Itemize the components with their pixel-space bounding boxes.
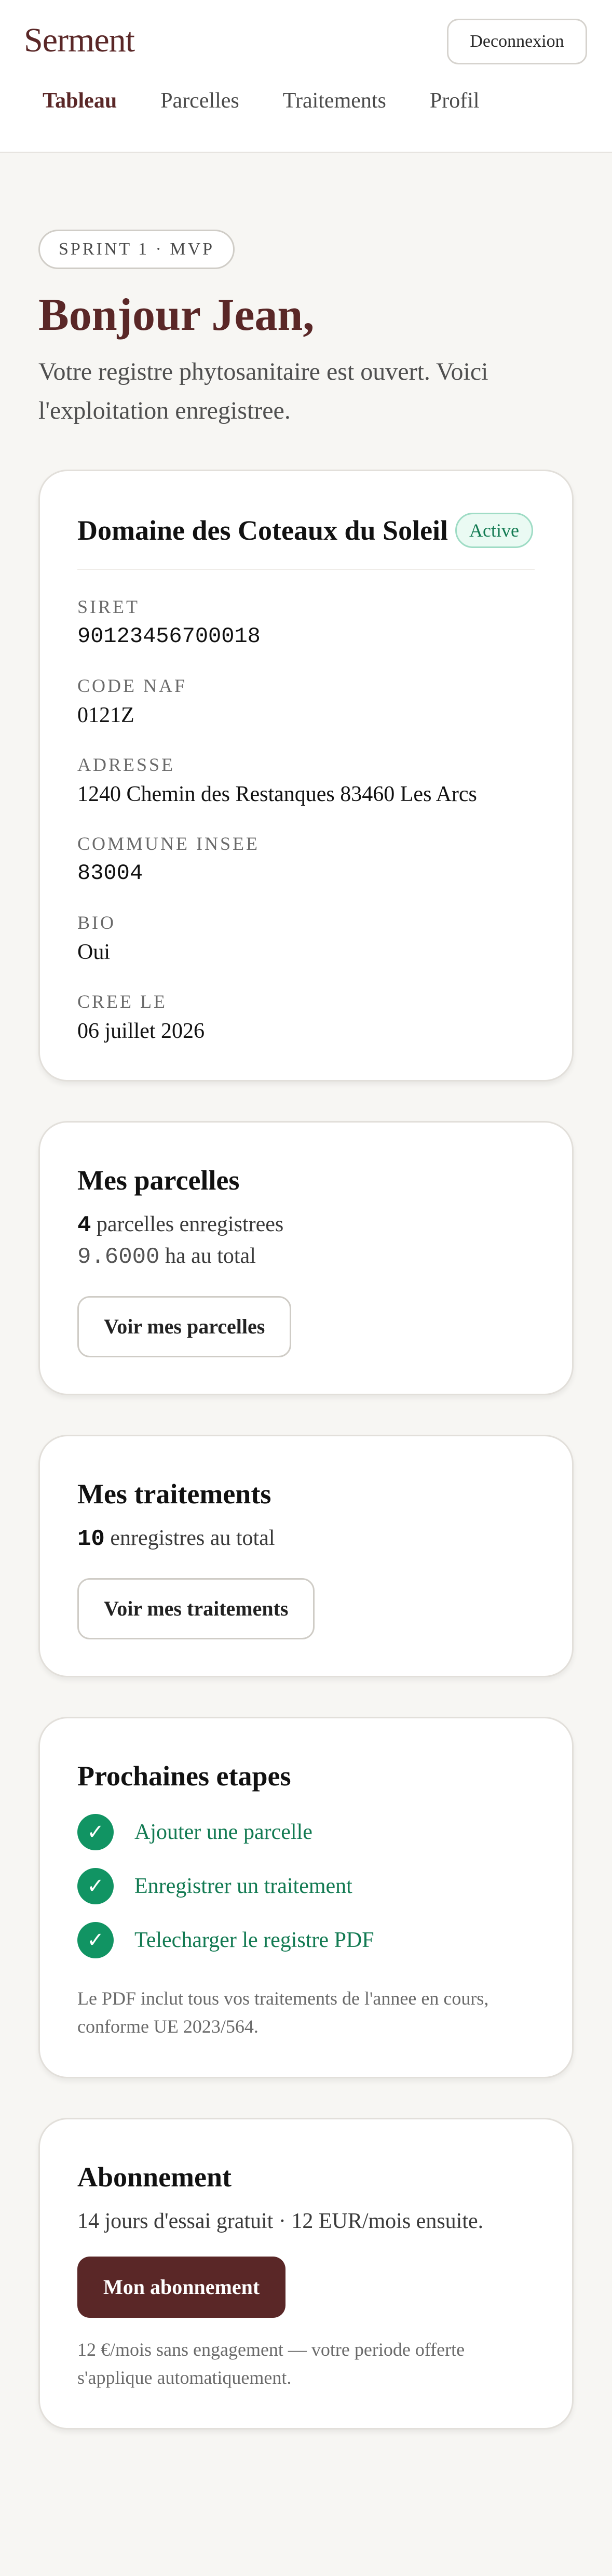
next-steps-note: Le PDF inclut tous vos traitements de l'… <box>77 1987 489 2037</box>
subscription-title: Abonnement <box>77 2161 232 2193</box>
field-value: 83004 <box>77 860 143 886</box>
field-value: 06 juillet 2026 <box>77 1019 205 1043</box>
next-steps-title: Prochaines etapes <box>77 1760 291 1792</box>
step-link-download-pdf[interactable]: Telecharger le registre PDF <box>134 1928 374 1953</box>
subscription-note: 12 €/mois sans engagement — votre period… <box>77 2339 465 2388</box>
brand-logo[interactable]: Serment <box>24 21 135 60</box>
step-item: ✓ Ajouter une parcelle <box>77 1813 535 1850</box>
nav-tab-profil[interactable]: Profil <box>430 88 480 113</box>
field-cree-le: CREE LE 06 juillet 2026 <box>77 991 535 1044</box>
app-header: Serment Deconnexion Tableau Parcelles Tr… <box>0 0 612 153</box>
field-label: BIO <box>77 912 116 933</box>
treatments-count-stat: 10 enregistres au total <box>77 1526 535 1552</box>
farm-card-header: Domaine des Coteaux du Soleil Active <box>77 512 535 570</box>
field-value: Oui <box>77 940 110 964</box>
logout-button[interactable]: Deconnexion <box>447 19 587 64</box>
field-value: 0121Z <box>77 703 134 727</box>
field-code-naf: CODE NAF 0121Z <box>77 675 535 728</box>
treatments-count-text: enregistres au total <box>104 1526 275 1550</box>
step-link-record-treatment[interactable]: Enregistrer un traitement <box>134 1874 352 1899</box>
parcels-area: 9.6000 <box>77 1244 160 1270</box>
subscription-text: 14 jours d'essai gratuit · 12 EUR/mois e… <box>77 2209 484 2233</box>
parcels-count-stat: 4 parcelles enregistrees <box>77 1212 535 1238</box>
page-title: Bonjour Jean, <box>38 290 315 340</box>
treatments-card: Mes traitements 10 enregistres au total … <box>38 1434 574 1677</box>
view-parcels-button[interactable]: Voir mes parcelles <box>77 1296 292 1357</box>
nav-tab-traitements[interactable]: Traitements <box>283 88 386 113</box>
check-circle-icon: ✓ <box>77 1867 114 1904</box>
farm-card: Domaine des Coteaux du Soleil Active SIR… <box>38 469 574 1082</box>
status-badge: Active <box>455 512 534 548</box>
dashboard-main: SPRINT 1 · MVP Bonjour Jean, Votre regis… <box>0 153 612 2430</box>
intro-text: Votre registre phytosanitaire est ouvert… <box>38 358 488 424</box>
main-nav: Tableau Parcelles Traitements Profil <box>43 88 523 113</box>
nav-tab-tableau[interactable]: Tableau <box>43 88 117 113</box>
field-label: ADRESSE <box>77 754 175 775</box>
parcels-area-stat: 9.6000 ha au total <box>77 1244 535 1270</box>
field-label: COMMUNE INSEE <box>77 833 260 854</box>
field-commune-insee: COMMUNE INSEE 83004 <box>77 833 535 886</box>
parcels-area-text: ha au total <box>159 1244 256 1268</box>
step-item: ✓ Enregistrer un traitement <box>77 1867 535 1904</box>
field-value: 90123456700018 <box>77 623 261 649</box>
field-adresse: ADRESSE 1240 Chemin des Restanques 83460… <box>77 754 535 807</box>
treatments-title: Mes traitements <box>77 1478 271 1510</box>
field-siret: SIRET 90123456700018 <box>77 596 535 649</box>
parcels-title: Mes parcelles <box>77 1164 240 1196</box>
nav-tab-parcelles[interactable]: Parcelles <box>160 88 239 113</box>
check-circle-icon: ✓ <box>77 1921 114 1958</box>
step-item: ✓ Telecharger le registre PDF <box>77 1921 535 1958</box>
check-circle-icon: ✓ <box>77 1813 114 1850</box>
field-label: CREE LE <box>77 991 167 1012</box>
step-link-add-parcel[interactable]: Ajouter une parcelle <box>134 1820 312 1845</box>
my-subscription-button[interactable]: Mon abonnement <box>77 2256 286 2318</box>
field-label: CODE NAF <box>77 675 187 696</box>
parcels-count-text: parcelles enregistrees <box>91 1212 284 1236</box>
field-label: SIRET <box>77 596 140 617</box>
parcels-count: 4 <box>77 1212 91 1238</box>
farm-name: Domaine des Coteaux du Soleil <box>77 514 448 546</box>
next-steps-card: Prochaines etapes ✓ Ajouter une parcelle… <box>38 1716 574 2078</box>
field-bio: BIO Oui <box>77 912 535 965</box>
view-treatments-button[interactable]: Voir mes traitements <box>77 1578 315 1639</box>
field-value: 1240 Chemin des Restanques 83460 Les Arc… <box>77 782 477 806</box>
subscription-card: Abonnement 14 jours d'essai gratuit · 12… <box>38 2117 574 2430</box>
sprint-badge: SPRINT 1 · MVP <box>38 230 235 269</box>
parcels-card: Mes parcelles 4 parcelles enregistrees 9… <box>38 1120 574 1395</box>
treatments-count: 10 <box>77 1526 105 1552</box>
